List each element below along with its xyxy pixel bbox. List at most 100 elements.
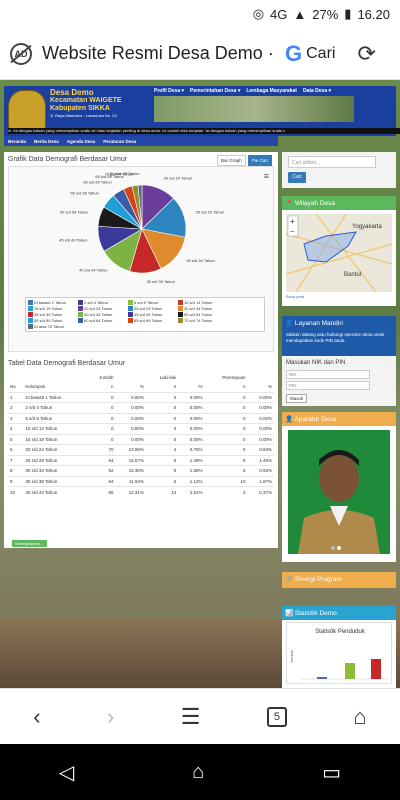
table-cell: 0 — [86, 391, 116, 403]
legend-item[interactable]: Di bawah 1 Tahun — [28, 300, 72, 305]
map-svg: Yogyakarta Bantul + − — [286, 214, 392, 292]
garuda-logo — [8, 90, 46, 130]
tabs-button[interactable]: 5 — [266, 706, 287, 727]
map-label-bantul: Bantul — [344, 272, 361, 278]
nav-pemerintahan[interactable]: Pemerintahan Desa ▾ — [190, 88, 240, 94]
legend-item[interactable]: 15 s/d 19 Tahun — [28, 306, 72, 311]
legend-item[interactable]: 25 s/d 29 Tahun — [128, 306, 172, 311]
zoom-in-icon[interactable]: + — [290, 217, 295, 226]
main-nav: Beranda Berita Desa Agenda Desa Peratura… — [4, 136, 278, 146]
menu-icon[interactable]: ☰ — [181, 704, 201, 730]
nav-data[interactable]: Data Desa ▾ — [303, 88, 331, 94]
search-input[interactable]: Cari artikel... — [288, 156, 376, 168]
table-cell: 0 — [86, 402, 116, 413]
more-button[interactable]: Selengkapnya... — [12, 540, 47, 547]
pie-chart: 20 s/d 24 Tahun 25 s/d 29 Tahun 30 s/d 34 … — [59, 171, 224, 284]
legend-item[interactable]: 65 s/d 69 Tahun — [128, 318, 172, 323]
table-cell: 1.49% — [178, 454, 205, 466]
no-ads-icon[interactable]: AD — [10, 42, 32, 65]
pie-data-label: 25 s/d 29 Tahun — [196, 209, 224, 214]
legend-item[interactable]: 5 s/d 9 Tahun — [128, 300, 172, 305]
legend-item[interactable]: 60 s/d 64 Tahun — [78, 318, 122, 323]
nav-beranda[interactable]: Beranda — [8, 139, 26, 144]
pie-data-label: 45 s/d 49 Tahun — [59, 238, 87, 243]
legend-item[interactable]: 20 s/d 24 Tahun — [78, 306, 122, 311]
legend-label: 40 s/d 44 Tahun — [84, 312, 113, 317]
back-icon[interactable]: ‹ — [33, 704, 40, 730]
chart-panel-title: Grafik Data Demografi Berdasar Umur — [8, 156, 128, 163]
table-body: 1 Di bawah 1 Tahun 0 0.00% 0 0.00% 0 0.00% 2 2 s/… — [8, 391, 274, 497]
map-label-yogyakarta: Yogyakarta — [352, 224, 382, 230]
legend-item[interactable]: 50 s/d 54 Tahun — [178, 312, 222, 317]
pie-data-label: Di atas 75 Tahun — [109, 171, 139, 176]
pin-input[interactable]: PIN — [286, 381, 370, 390]
battery-percent: 27% — [312, 6, 339, 22]
stat-bar-1 — [317, 677, 327, 679]
login-button[interactable]: Masuk — [286, 394, 308, 403]
nav-berita[interactable]: Berita Desa — [34, 139, 59, 144]
nav-peraturan[interactable]: Peraturan Desa — [103, 139, 136, 144]
table-cell: 13.06% — [115, 444, 146, 455]
site-address: Jl. Raya Maumere - Larantuka No. 24 — [50, 113, 117, 118]
google-icon[interactable]: G — [285, 41, 302, 67]
browser-bottom-bar: ‹ › ☰ 5 ⌂ — [0, 688, 400, 744]
login-widget: Masukan NIK dan PIN NIK PIN Masuk — [282, 356, 396, 406]
system-home-icon[interactable]: ⌂ — [192, 761, 204, 784]
legend-item[interactable]: 40 s/d 44 Tahun — [78, 312, 122, 317]
table-cell: 0.00% — [115, 423, 146, 434]
legend-item[interactable]: 70 s/d 74 Tahun — [178, 318, 222, 323]
legend-item[interactable]: 35 s/d 39 Tahun — [28, 312, 72, 317]
table-row: 4 10 s/d 14 Tahun 0 0.00% 0 0.00% 0 0.00% — [8, 423, 274, 434]
search-button[interactable]: Cari — [306, 45, 335, 63]
search-submit-button[interactable]: Cari — [288, 172, 306, 183]
legend-item[interactable]: 55 s/d 59 Tahun — [28, 318, 72, 323]
legend-label: 10 s/d 14 Tahun — [184, 300, 213, 305]
legend-item[interactable]: 30 s/d 34 Tahun — [178, 306, 222, 311]
table-cell: 0 — [86, 423, 116, 434]
col-kelompok: Kelompok — [25, 384, 46, 390]
open-map-link[interactable]: Buka peta — [286, 294, 304, 299]
system-recents-icon[interactable]: ▭ — [322, 760, 341, 785]
layanan-title: 👤 Layanan Mandiri — [285, 320, 343, 327]
page-title-url[interactable]: Website Resmi Desa Demo · — [42, 43, 277, 64]
tab-pie-chart[interactable]: Pie Cart — [247, 155, 272, 166]
village-map[interactable]: Yogyakarta Bantul + − — [286, 214, 392, 292]
legend-item[interactable]: Di atas 75 Tahun — [28, 324, 72, 329]
table-cell: 0.00% — [178, 391, 205, 403]
zoom-out-icon[interactable]: − — [290, 227, 295, 236]
nav-agenda[interactable]: Agenda Desa — [67, 139, 96, 144]
legend-swatch — [28, 300, 33, 305]
table-cell: 9 — [8, 475, 24, 487]
table-cell: 0 — [86, 412, 116, 424]
system-back-icon[interactable]: ◁ — [59, 760, 74, 785]
table-row: 35 s/d 9 Tahun 0 0.00% 0 0.00% 0 0.00% — [8, 412, 274, 424]
nav-profil[interactable]: Profil Desa ▾ — [154, 88, 184, 94]
table-cell: 0 — [204, 433, 248, 445]
legend-item[interactable]: 2 s/d 4 Tahun — [78, 300, 122, 305]
legend-label: 55 s/d 59 Tahun — [34, 318, 63, 323]
home-icon[interactable]: ⌂ — [353, 704, 366, 730]
table-cell: 5 — [8, 433, 24, 445]
legend-item[interactable]: 45 s/d 49 Tahun — [128, 312, 172, 317]
chart-menu-icon[interactable]: ≡ — [264, 171, 269, 181]
table-row: 6 20 s/d 24 Tahun 70 13.06% 4 0.75% 5 0.93% — [8, 444, 274, 455]
legend-swatch — [28, 324, 33, 329]
table-cell: 6 — [145, 475, 179, 487]
legend-swatch — [78, 312, 83, 317]
table-cell: 9 — [145, 465, 179, 476]
table-cell: 0 — [145, 402, 179, 413]
table-cell: 40 s/d 44 Tahun — [23, 486, 87, 497]
running-text: ni. Ini dengan tulisan yang menampilkan … — [8, 128, 400, 134]
forward-icon[interactable]: › — [107, 704, 114, 730]
table-cell: 15 s/d 19 Tahun — [23, 433, 87, 445]
nik-input[interactable]: NIK — [286, 370, 370, 379]
legend-item[interactable]: 10 s/d 14 Tahun — [178, 300, 222, 305]
pie-data-label: 60 s/d 64 Tahun — [83, 180, 111, 185]
table-cell: 6 — [8, 444, 24, 455]
table-cell: 0.00% — [247, 391, 274, 403]
nav-lembaga[interactable]: Lembaga Masyarakat — [246, 88, 297, 94]
pie-data-label: 55 s/d 59 Tahun — [70, 191, 98, 196]
reload-icon[interactable]: ⟳ — [357, 41, 375, 67]
legend-swatch — [78, 306, 83, 311]
tab-bar-graph[interactable]: Bar Graph — [216, 155, 246, 166]
